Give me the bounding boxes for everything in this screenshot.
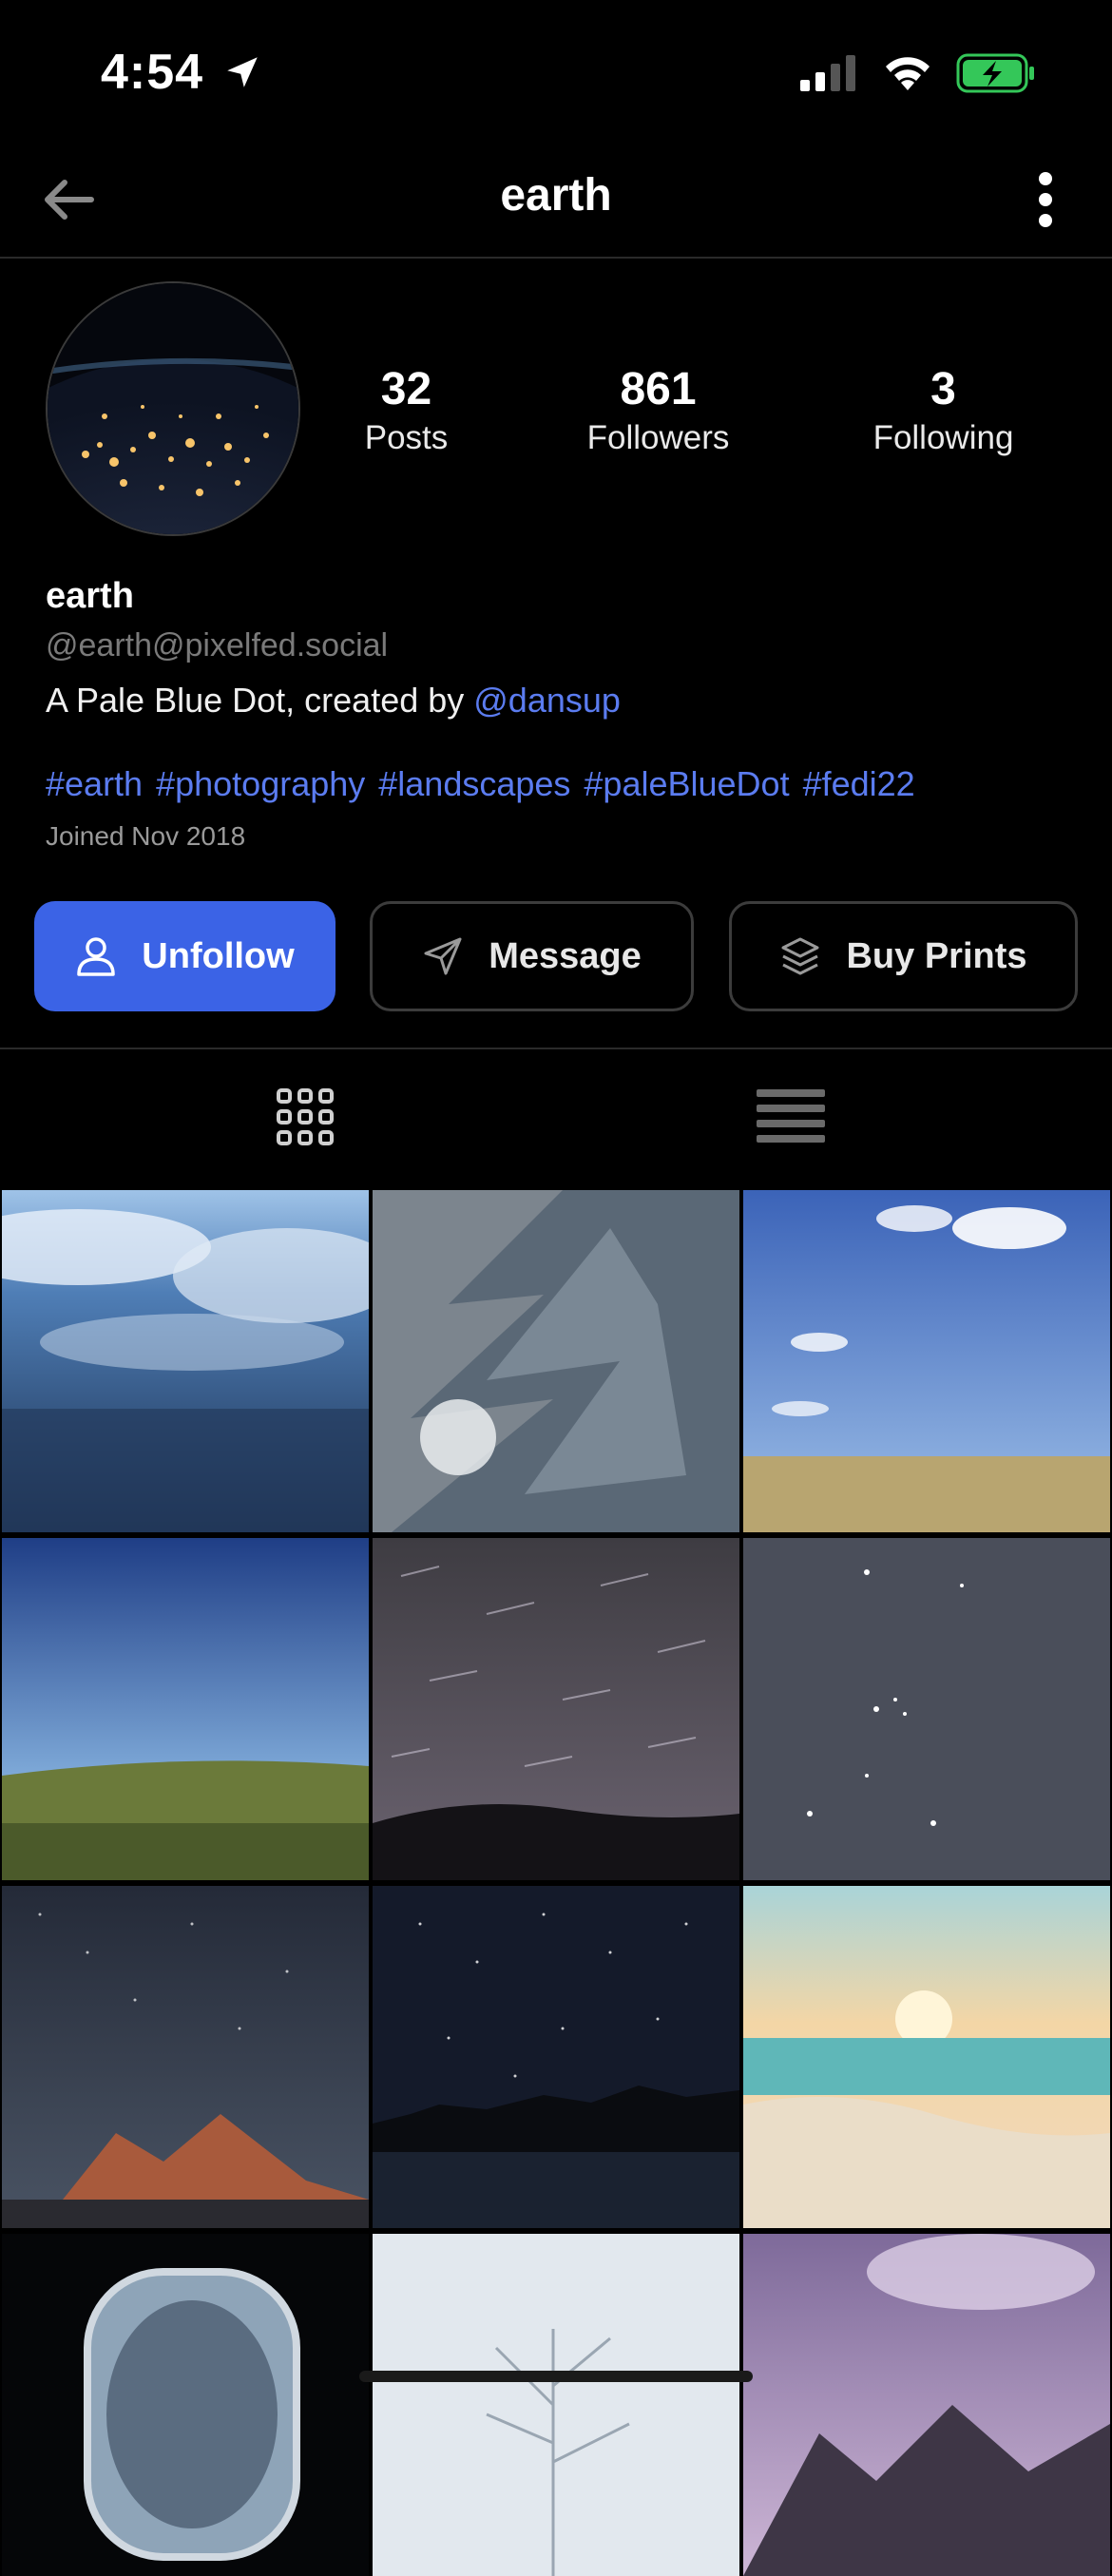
- unfollow-button[interactable]: Unfollow: [34, 901, 336, 1011]
- status-time: 4:54: [101, 44, 262, 101]
- following-count: 3: [930, 364, 956, 414]
- nav-bar: earth: [0, 143, 1112, 257]
- more-options-icon[interactable]: [1026, 165, 1064, 234]
- photo-tile-beach-sunrise[interactable]: [743, 1886, 1110, 2228]
- stat-following[interactable]: 3 Following: [855, 364, 1031, 457]
- view-tabs: [0, 1049, 1112, 1182]
- display-name: earth: [46, 576, 134, 616]
- buy-prints-button[interactable]: Buy Prints: [729, 901, 1078, 1011]
- unfollow-label: Unfollow: [142, 935, 295, 976]
- home-indicator[interactable]: [359, 2371, 753, 2382]
- photo-tile-field-blue-sky[interactable]: [743, 1190, 1110, 1532]
- avatar-earth-image: [48, 283, 298, 534]
- wifi-icon: [886, 57, 930, 90]
- bio-text: A Pale Blue Dot, created by: [46, 681, 474, 720]
- photo-tile-green-meadow[interactable]: [2, 1538, 369, 1880]
- profile-handle: @earth@pixelfed.social: [46, 627, 389, 663]
- message-label: Message: [489, 935, 642, 976]
- buy-prints-label: Buy Prints: [846, 935, 1027, 976]
- following-label: Following: [872, 418, 1014, 456]
- joined-date: Joined Nov 2018: [46, 821, 246, 851]
- photo-tile-snowy-trees[interactable]: [373, 2234, 739, 2576]
- battery-charging-icon: [956, 53, 1034, 93]
- stat-followers[interactable]: 861 Followers: [561, 364, 756, 457]
- message-button[interactable]: Message: [370, 901, 694, 1011]
- avatar[interactable]: [46, 281, 300, 536]
- cellular-signal-icon: [800, 55, 855, 91]
- hashtags[interactable]: #earth #photography #landscapes #paleBlu…: [46, 764, 915, 804]
- bio: A Pale Blue Dot, created by @dansup: [46, 681, 621, 721]
- followers-label: Followers: [586, 418, 730, 456]
- photo-tile-aerial-city-clouds[interactable]: [2, 1190, 369, 1532]
- divider: [0, 257, 1112, 259]
- photo-tile-frosted-tree[interactable]: [373, 1190, 739, 1532]
- user-icon: [77, 937, 116, 976]
- grid-view-icon[interactable]: [276, 1087, 335, 1146]
- photo-tile-stars-lake-forest[interactable]: [373, 1886, 739, 2228]
- list-view-icon[interactable]: [757, 1087, 825, 1144]
- layers-icon: [781, 937, 819, 975]
- stat-posts[interactable]: 32 Posts: [342, 364, 470, 457]
- photo-tile-window-earth[interactable]: [2, 2234, 369, 2576]
- location-arrow-icon: [226, 57, 258, 87]
- photo-tile-milky-way-mountain[interactable]: [2, 1886, 369, 2228]
- photo-tile-night-sky[interactable]: [743, 1538, 1110, 1880]
- send-icon: [424, 937, 462, 975]
- bio-mention-link[interactable]: @dansup: [473, 681, 621, 720]
- status-icons: [800, 53, 1036, 93]
- posts-label: Posts: [364, 418, 449, 456]
- posts-count: 32: [380, 364, 432, 414]
- photo-tile-purple-mountains[interactable]: [743, 2234, 1110, 2576]
- photo-tile-star-trails[interactable]: [373, 1538, 739, 1880]
- followers-count: 861: [620, 364, 697, 414]
- page-title: earth: [500, 170, 612, 221]
